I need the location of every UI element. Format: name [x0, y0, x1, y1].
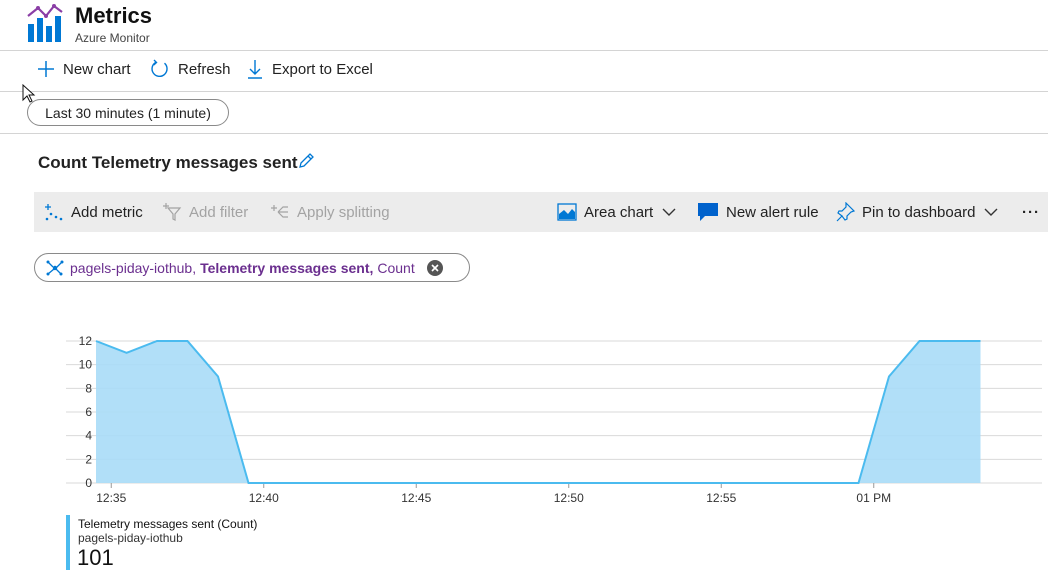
legend-color-bar	[66, 515, 70, 570]
edit-pencil-icon[interactable]	[297, 152, 315, 170]
refresh-button[interactable]: Refresh	[150, 58, 231, 80]
x-tick-label: 01 PM	[856, 491, 891, 505]
header-divider	[0, 50, 1048, 51]
metric-resource: pagels-piday-iothub,	[70, 259, 197, 276]
legend-total: 101	[77, 545, 114, 570]
new-chart-label: New chart	[63, 60, 131, 78]
y-tick-label: 4	[85, 429, 92, 443]
iot-hub-icon	[46, 260, 64, 275]
y-tick-label: 2	[85, 452, 92, 466]
chart-toolbar: Add metric Add filter Apply splitting Ar…	[34, 192, 1048, 232]
chart-title: Count Telemetry messages sent	[38, 153, 298, 172]
apply-splitting-button[interactable]: Apply splitting	[270, 192, 390, 232]
x-tick-label: 12:35	[96, 491, 126, 505]
metric-name: Telemetry messages sent,	[200, 259, 374, 276]
chevron-down-icon	[984, 208, 998, 216]
pin-icon	[836, 202, 855, 222]
y-tick-label: 8	[85, 381, 92, 395]
pin-to-dashboard-button[interactable]: Pin to dashboard	[835, 192, 998, 232]
time-range-picker[interactable]: Last 30 minutes (1 minute)	[27, 99, 229, 126]
metric-pill[interactable]: pagels-piday-iothub, Telemetry messages …	[34, 253, 470, 282]
add-filter-icon	[163, 203, 182, 221]
y-tick-label: 0	[85, 476, 92, 490]
time-divider	[0, 133, 1048, 134]
alert-message-icon	[698, 203, 718, 221]
remove-metric-icon[interactable]	[426, 259, 443, 276]
new-alert-rule-label: New alert rule	[726, 203, 819, 221]
metrics-bar-chart-icon	[27, 4, 63, 42]
plus-icon	[38, 61, 54, 77]
chevron-down-icon	[662, 208, 676, 216]
download-icon	[248, 60, 262, 79]
y-tick-label: 12	[79, 334, 93, 348]
add-metric-icon	[45, 204, 63, 221]
legend-resource: pagels-piday-iothub	[78, 531, 183, 545]
area-chart-icon	[557, 203, 577, 221]
legend-series-name: Telemetry messages sent (Count)	[78, 517, 258, 531]
refresh-label: Refresh	[178, 60, 231, 78]
chart-type-label: Area chart	[584, 203, 654, 221]
splitting-icon	[271, 205, 288, 218]
page-subtitle: Azure Monitor	[75, 31, 150, 45]
apply-splitting-label: Apply splitting	[297, 203, 390, 221]
metric-aggregation: Count	[377, 259, 415, 276]
command-divider	[0, 91, 1048, 92]
add-metric-label: Add metric	[71, 203, 143, 221]
mouse-cursor-icon	[22, 84, 36, 103]
more-options-button[interactable]: ···	[1022, 192, 1040, 232]
page-title: Metrics	[75, 3, 153, 28]
export-to-excel-button[interactable]: Export to Excel	[246, 58, 373, 80]
x-tick-label: 12:55	[706, 491, 736, 505]
refresh-icon	[151, 59, 168, 78]
x-tick-label: 12:40	[249, 491, 279, 505]
export-to-excel-label: Export to Excel	[272, 60, 373, 78]
add-filter-button[interactable]: Add filter	[162, 192, 248, 232]
pin-to-dashboard-label: Pin to dashboard	[862, 203, 976, 221]
x-tick-label: 12:50	[554, 491, 584, 505]
y-tick-label: 10	[79, 358, 93, 372]
y-tick-label: 6	[85, 405, 92, 419]
new-alert-rule-button[interactable]: New alert rule	[697, 192, 819, 232]
area-chart: 0 2 4 6 8 10 12 12:35 12:40 12:45 12:50 12:55 01 PM	[66, 334, 1042, 505]
x-tick-label: 12:45	[401, 491, 431, 505]
chart-type-dropdown[interactable]: Area chart	[557, 192, 676, 232]
new-chart-button[interactable]: New chart	[37, 58, 131, 80]
add-filter-label: Add filter	[189, 203, 249, 221]
add-metric-button[interactable]: Add metric	[44, 192, 143, 232]
